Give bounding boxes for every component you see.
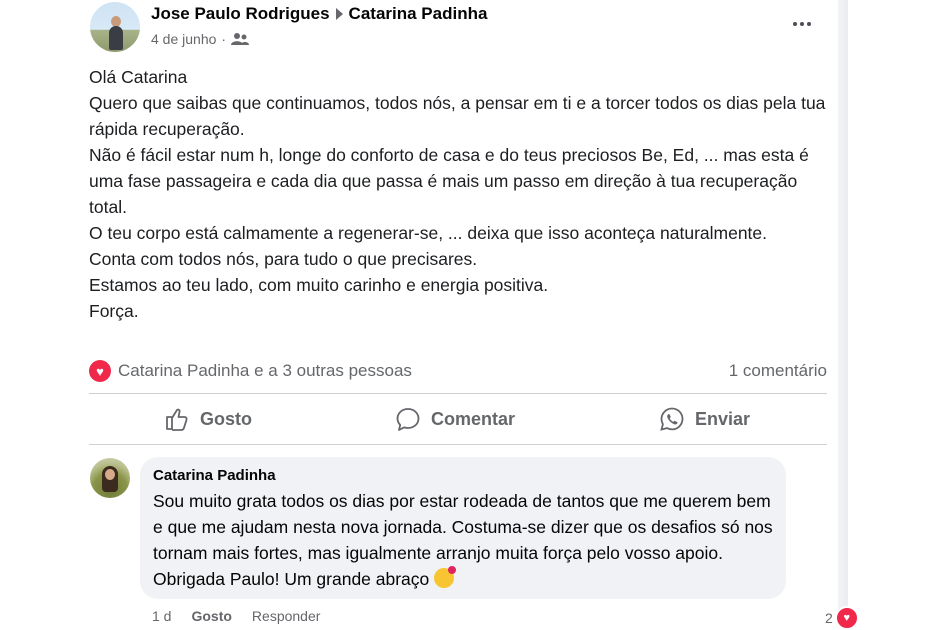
like-label: Gosto <box>200 408 252 429</box>
comment-author[interactable]: Catarina Padinha <box>153 467 276 484</box>
comment-text: Sou muito grata todos os dias por estar … <box>153 488 783 592</box>
reactions-row: ♥ Catarina Padinha e a 3 outras pessoas … <box>89 357 827 385</box>
comment-icon <box>396 408 420 431</box>
author-name[interactable]: Jose Paulo Rodrigues <box>151 4 330 24</box>
post-date[interactable]: 4 de junho <box>151 31 216 47</box>
meta-separator: · <box>221 31 227 47</box>
arrow-right-icon <box>335 8 343 20</box>
comment-button[interactable]: Comentar <box>395 406 515 432</box>
post-line: Estamos ao teu lado, com muito carinho e… <box>89 275 549 295</box>
friends-icon[interactable] <box>231 32 250 46</box>
page-edge <box>838 0 848 621</box>
post-meta: 4 de junho · <box>151 31 250 47</box>
like-button[interactable]: Gosto <box>164 406 252 432</box>
love-reaction-icon: ♥ <box>834 606 859 630</box>
comment-bubble: Catarina Padinha Sou muito grata todos o… <box>140 457 786 599</box>
comment-body: Sou muito grata todos os dias por estar … <box>153 491 773 589</box>
commenter-avatar[interactable] <box>90 458 130 498</box>
post-line: Olá Catarina <box>89 67 188 87</box>
love-reaction-icon: ♥ <box>89 360 111 382</box>
comment-label: Comentar <box>431 408 516 429</box>
post-header: Jose Paulo Rodrigues Catarina Padinha <box>151 4 487 24</box>
post-card: Jose Paulo Rodrigues Catarina Padinha 4 … <box>80 0 859 630</box>
comment-like-button[interactable]: Gosto <box>191 608 231 624</box>
target-name[interactable]: Catarina Padinha <box>349 4 488 24</box>
more-options-icon[interactable] <box>784 12 820 36</box>
divider <box>89 393 827 394</box>
reactions-text: Catarina Padinha e a 3 outras pessoas <box>118 361 412 380</box>
comment-reactions[interactable]: 2 ♥ <box>825 606 859 630</box>
reactions-summary[interactable]: ♥ Catarina Padinha e a 3 outras pessoas <box>89 360 412 382</box>
post-line: Quero que saibas que continuamos, todos … <box>89 93 826 139</box>
author-avatar[interactable] <box>90 2 140 52</box>
post-line: Não é fácil estar num h, longe do confor… <box>89 145 809 217</box>
whatsapp-icon <box>660 407 684 431</box>
post-line: O teu corpo está calmamente a regenerar-… <box>89 223 768 243</box>
send-button[interactable]: Enviar <box>659 406 750 432</box>
comment-reaction-count: 2 <box>825 610 833 626</box>
post-body: Olá Catarina Quero que saibas que contin… <box>89 64 829 324</box>
comment-meta: 1 d Gosto Responder <box>152 608 320 624</box>
send-label: Enviar <box>695 408 751 429</box>
thumbs-up-icon <box>166 408 188 431</box>
face-blowing-kiss-emoji <box>434 566 457 588</box>
comments-count[interactable]: 1 comentário <box>729 361 827 381</box>
comment-reply-button[interactable]: Responder <box>252 608 321 624</box>
divider <box>89 444 827 445</box>
action-bar: Gosto Comentar Enviar <box>89 396 827 440</box>
post-line: Força. <box>89 301 139 321</box>
comment-time[interactable]: 1 d <box>152 608 171 624</box>
post-line: Conta com todos nós, para tudo o que pre… <box>89 249 478 269</box>
